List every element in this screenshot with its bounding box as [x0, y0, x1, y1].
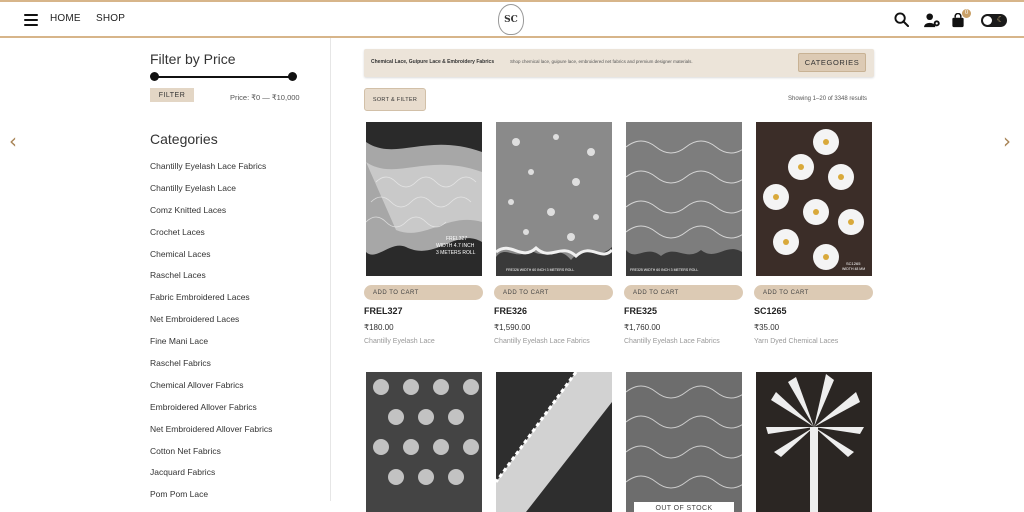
category-link[interactable]: Jacquard Fabrics — [150, 467, 272, 489]
product-price: ₹1,760.00 — [624, 323, 661, 332]
filter-button[interactable]: FILTER — [150, 88, 194, 102]
category-banner: Chemical Lace, Guipure Lace & Embroidery… — [364, 49, 874, 77]
arrow-left-icon[interactable]: ‹ — [9, 129, 17, 153]
nav-home[interactable]: HOME — [50, 13, 81, 24]
product-category[interactable]: Yarn Dyed Chemical Laces — [754, 338, 838, 345]
price-filter-title: Filter by Price — [150, 51, 236, 67]
product-price: ₹35.00 — [754, 323, 780, 332]
banner-title: Chemical Lace, Guipure Lace & Embroidery… — [371, 59, 495, 65]
user-settings-icon[interactable] — [924, 13, 941, 33]
category-link[interactable]: Chantilly Eyelash Lace Fabrics — [150, 161, 272, 183]
category-link[interactable]: Chemical Laces — [150, 249, 272, 271]
banner-subtitle: Shop chemical lace, guipure lace, embroi… — [510, 59, 693, 64]
category-link[interactable]: Raschel Laces — [150, 270, 272, 292]
category-link[interactable]: Pom Pom Lace — [150, 489, 272, 511]
nav-shop[interactable]: SHOP — [96, 13, 125, 24]
sort-filter-button[interactable]: SORT & FILTER — [364, 88, 426, 111]
image-caption: SC1265 — [846, 261, 861, 266]
image-caption: WIDTH 48 MM — [842, 267, 865, 271]
product-image[interactable]: SC1265 WIDTH 48 MM — [756, 122, 872, 276]
cart-count-badge: 0 — [962, 9, 971, 18]
product-category[interactable]: Chantilly Eyelash Lace Fabrics — [494, 338, 590, 345]
product-category[interactable]: Chantilly Eyelash Lace Fabrics — [624, 338, 720, 345]
arrow-right-icon[interactable]: › — [1003, 129, 1011, 153]
category-link[interactable]: Chantilly Eyelash Lace — [150, 183, 272, 205]
add-to-cart-button[interactable]: ADD TO CART — [364, 285, 483, 300]
categories-title: Categories — [150, 131, 218, 147]
add-to-cart-button[interactable]: ADD TO CART — [754, 285, 873, 300]
product-image[interactable]: FRE326 WIDTH 60 INCH 3 METERS ROLL — [496, 122, 612, 276]
product-price: ₹1,590.00 — [494, 323, 531, 332]
image-caption: FREL327 — [446, 236, 467, 242]
category-list: Chantilly Eyelash Lace Fabrics Chantilly… — [150, 161, 272, 511]
product-image[interactable]: FRE325 WIDTH 60 INCH 3 METERS ROLL — [626, 122, 742, 276]
price-slider-track[interactable] — [150, 72, 297, 81]
add-to-cart-button[interactable]: ADD TO CART — [494, 285, 613, 300]
sidebar-divider — [330, 38, 331, 501]
product-name[interactable]: FREL327 — [364, 306, 403, 316]
dark-mode-toggle[interactable]: ☾ — [981, 14, 1007, 27]
sidebar: Filter by Price FILTER Price: ₹0 — ₹10,0… — [150, 38, 330, 501]
image-caption: FRE325 WIDTH 60 INCH 3 METERS ROLL — [630, 268, 698, 272]
image-caption: FRE326 WIDTH 60 INCH 3 METERS ROLL — [506, 268, 574, 272]
image-caption: WIDTH 4.7 INCH — [436, 243, 475, 249]
price-slider-max-handle[interactable] — [288, 72, 297, 81]
category-link[interactable]: Cotton Net Fabrics — [150, 446, 272, 468]
product-price: ₹180.00 — [364, 323, 394, 332]
search-icon[interactable] — [894, 12, 910, 32]
results-count: Showing 1–20 of 3348 results — [788, 96, 868, 102]
category-link[interactable]: Embroidered Allover Fabrics — [150, 402, 272, 424]
categories-button[interactable]: CATEGORIES — [798, 53, 866, 72]
category-link[interactable]: Chemical Allover Fabrics — [150, 380, 272, 402]
product-image[interactable] — [496, 372, 612, 512]
product-image[interactable] — [756, 372, 872, 512]
product-image[interactable]: FREL327 WIDTH 4.7 INCH 3 METERS ROLL — [366, 122, 482, 276]
product-name[interactable]: FRE326 — [494, 306, 527, 316]
product-image[interactable] — [366, 372, 482, 512]
out-of-stock-badge: OUT OF STOCK — [634, 502, 734, 512]
price-slider-min-handle[interactable] — [150, 72, 159, 81]
image-caption: 3 METERS ROLL — [436, 250, 476, 256]
price-range-text: Price: ₹0 — ₹10,000 — [230, 93, 300, 102]
site-logo[interactable]: SC — [498, 4, 524, 35]
category-link[interactable]: Fine Mani Lace — [150, 336, 272, 358]
category-link[interactable]: Comz Knitted Laces — [150, 205, 272, 227]
site-header: HOME SHOP SC 0 ☾ — [0, 0, 1024, 38]
category-link[interactable]: Crochet Laces — [150, 227, 272, 249]
category-link[interactable]: Fabric Embroidered Laces — [150, 292, 272, 314]
product-category[interactable]: Chantilly Eyelash Lace — [364, 338, 435, 345]
product-image[interactable]: OUT OF STOCK — [626, 372, 742, 512]
product-name[interactable]: SC1265 — [754, 306, 787, 316]
category-link[interactable]: Net Embroidered Allover Fabrics — [150, 424, 272, 446]
category-link[interactable]: Net Embroidered Laces — [150, 314, 272, 336]
moon-icon: ☾ — [996, 15, 1004, 24]
add-to-cart-button[interactable]: ADD TO CART — [624, 285, 743, 300]
category-link[interactable]: Raschel Fabrics — [150, 358, 272, 380]
product-name[interactable]: FRE325 — [624, 306, 657, 316]
menu-icon[interactable] — [24, 14, 38, 26]
